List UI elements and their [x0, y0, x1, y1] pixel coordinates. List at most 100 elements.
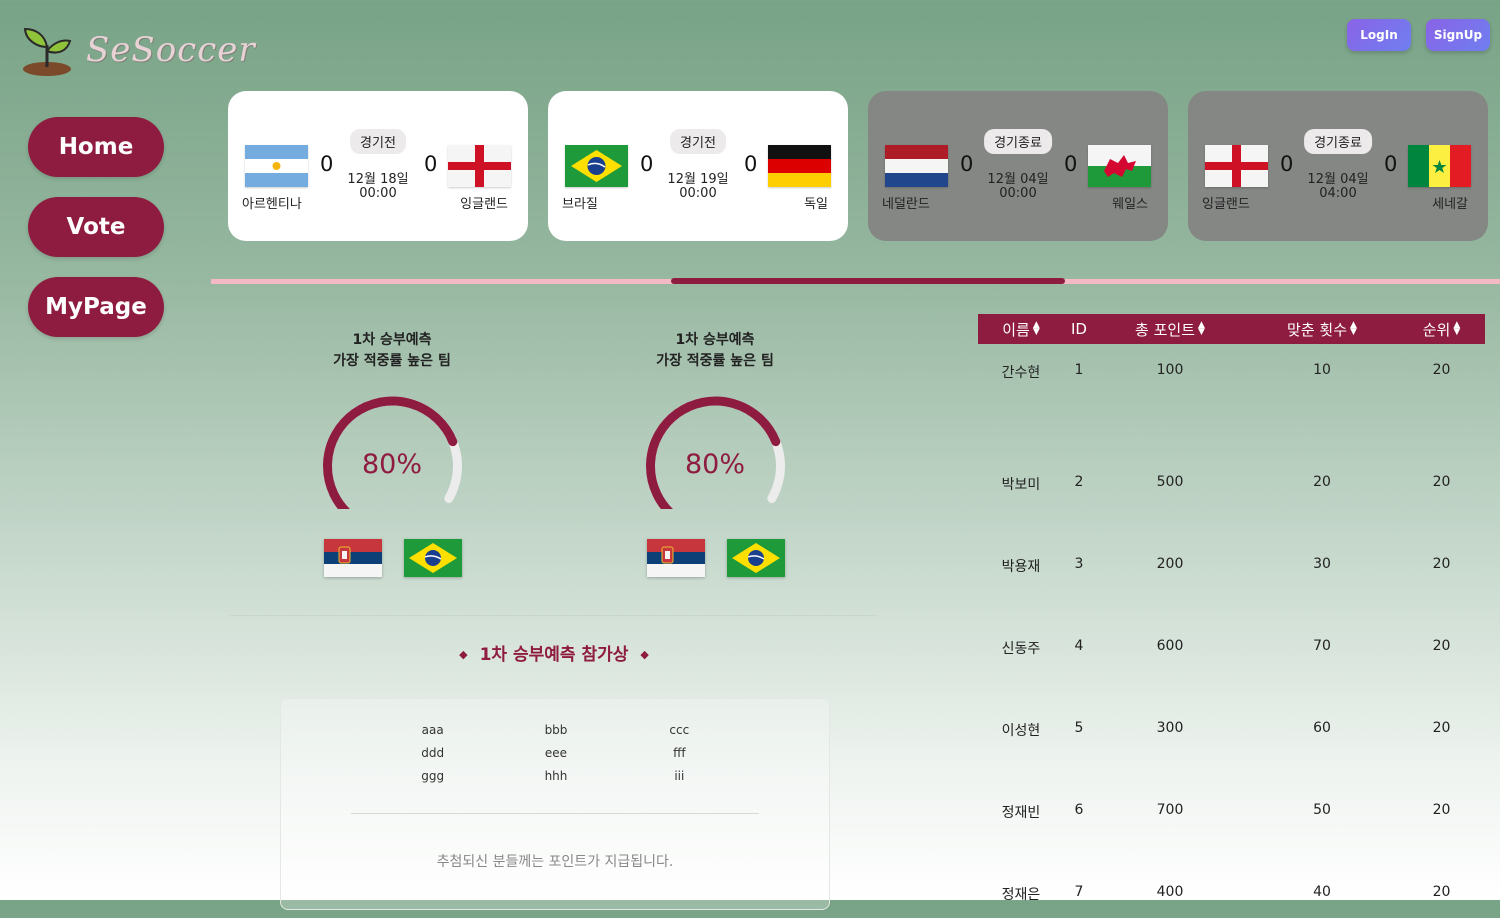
match-slider-thumb[interactable] [671, 278, 1065, 284]
cell-name: 박용재 [1001, 559, 1041, 575]
cell-rank: 20 [1432, 884, 1451, 900]
section-divider [230, 615, 878, 616]
sort-rank-header[interactable]: 순위 ▲ ▼ [1398, 319, 1485, 340]
match-datetime: 12월 19일 00:00 [667, 173, 728, 201]
match-card[interactable]: 경기전 0 12월 18일 00:00 0 아르헨티나 잉글랜드 [228, 91, 528, 241]
match-status-badge: 경기전 [670, 129, 726, 154]
sprout-icon [23, 27, 72, 76]
cell-id: 3 [1074, 556, 1084, 572]
match-status-badge: 경기전 [350, 129, 406, 154]
winner-name: ccc [669, 723, 690, 737]
match-status-badge: 경기종료 [1304, 129, 1372, 154]
winner-name: bbb [544, 723, 568, 737]
home-score: 0 [1280, 152, 1294, 176]
sort-hits-header[interactable]: 맞춘 횟수 ▲ ▼ [1246, 319, 1398, 340]
cell-hits: 40 [1313, 884, 1331, 900]
table-row: 정재은 7 400 40 20 [978, 836, 1485, 918]
away-team-name: 웨일스 [1112, 197, 1148, 212]
cell-hits: 10 [1313, 362, 1331, 378]
away-score: 0 [1064, 152, 1078, 176]
match-datetime: 12월 18일 00:00 [347, 173, 408, 201]
match-date: 12월 04일 [1307, 172, 1369, 187]
away-team-name: 세네갈 [1432, 197, 1468, 212]
prediction-card: 1차 승부예측 가장 적중률 높은 팀 80% [615, 330, 815, 590]
header-label: 맞춘 횟수 [1287, 320, 1348, 339]
match-card[interactable]: 경기종료 0 12월 04일 00:00 0 네덜란드 웨일스 [868, 91, 1168, 241]
header-label: 이름 [1002, 320, 1030, 339]
id-header: ID [1064, 320, 1094, 338]
argentina-flag-icon [245, 145, 308, 187]
home-team-name: 아르헨티나 [242, 197, 302, 212]
winner-name: hhh [544, 769, 568, 783]
nav-home-button[interactable]: Home [28, 117, 164, 177]
match-time: 00:00 [679, 186, 717, 201]
ranking-body: 간수현 1 100 10 20 박보미 2 500 20 20 박용재 3 20… [978, 344, 1485, 918]
winners-title: ◆ 1차 승부예측 참가상 ◆ [230, 640, 878, 665]
england-flag-icon [1205, 145, 1268, 187]
away-score: 0 [424, 152, 438, 176]
table-row: 정재빈 6 700 50 20 [978, 754, 1485, 836]
ranking-table: 이름 ▲ ▼ ID 총 포인트 ▲ ▼ 맞춘 횟수 ▲ ▼ 순위 ▲ ▼ 간수현 1 100 1… [978, 314, 1485, 918]
winner-name: ddd [421, 746, 445, 760]
england-flag-icon [448, 145, 511, 187]
home-team-name: 잉글랜드 [1202, 197, 1250, 212]
table-row: 신동주 4 600 70 20 [978, 590, 1485, 672]
cell-name: 정재빈 [1001, 805, 1041, 821]
winners-box: aaa bbb ccc ddd eee fff ggg hhh iii 추첨되신… [280, 698, 830, 910]
cell-rank: 20 [1432, 802, 1451, 818]
match-datetime: 12월 04일 00:00 [987, 173, 1048, 201]
winner-name: aaa [421, 723, 444, 737]
cell-id: 2 [1074, 474, 1084, 490]
nav-vote-button[interactable]: Vote [28, 197, 164, 257]
sort-name-header[interactable]: 이름 ▲ ▼ [978, 319, 1064, 340]
cell-rank: 20 [1432, 556, 1451, 572]
cell-id: 4 [1074, 638, 1084, 654]
sort-points-header[interactable]: 총 포인트 ▲ ▼ [1094, 319, 1246, 340]
accuracy-percent: 80% [684, 449, 745, 480]
cell-rank: 20 [1432, 362, 1451, 378]
login-button[interactable]: LogIn [1347, 19, 1411, 51]
diamond-icon: ◆ [640, 648, 649, 661]
cell-id: 6 [1074, 802, 1084, 818]
brazil-flag-icon [727, 539, 785, 577]
winners-note: 추첨되신 분들께는 포인트가 지급됩니다. [436, 854, 674, 870]
away-team-name: 독일 [804, 197, 828, 212]
home-team-name: 네덜란드 [882, 197, 930, 212]
accuracy-percent: 80% [361, 449, 422, 480]
winner-name: eee [544, 746, 568, 760]
cell-points: 600 [1156, 638, 1184, 654]
logo-text: SeSoccer [86, 30, 256, 70]
cell-points: 300 [1156, 720, 1184, 736]
sort-icon: ▲ ▼ [1198, 320, 1205, 337]
match-date: 12월 18일 [347, 172, 409, 187]
cell-rank: 20 [1432, 474, 1451, 490]
home-score: 0 [960, 152, 974, 176]
match-time: 00:00 [359, 186, 397, 201]
cell-hits: 60 [1313, 720, 1331, 736]
away-score: 0 [1384, 152, 1398, 176]
home-score: 0 [320, 152, 334, 176]
ranking-header: 이름 ▲ ▼ ID 총 포인트 ▲ ▼ 맞춘 횟수 ▲ ▼ 순위 ▲ ▼ [978, 314, 1485, 344]
logo[interactable]: SeSoccer [20, 22, 256, 78]
away-score: 0 [744, 152, 758, 176]
nav-mypage-button[interactable]: MyPage [28, 277, 164, 337]
netherlands-flag-icon [885, 145, 948, 187]
winners-divider [351, 813, 759, 814]
match-date: 12월 19일 [667, 172, 729, 187]
match-card[interactable]: 경기전 0 12월 19일 00:00 0 브라질 독일 [548, 91, 848, 241]
header-label: 순위 [1422, 320, 1451, 339]
cell-name: 신동주 [1001, 641, 1041, 657]
match-card[interactable]: 경기종료 0 12월 04일 04:00 0 잉글랜드 세네갈 [1188, 91, 1488, 241]
cell-hits: 20 [1313, 474, 1331, 490]
cell-id: 5 [1074, 720, 1084, 736]
cell-rank: 20 [1432, 720, 1451, 736]
winners-title-text: 1차 승부예측 참가상 [479, 645, 629, 665]
away-team-name: 잉글랜드 [460, 197, 508, 212]
winner-name: ggg [421, 769, 445, 783]
match-status-badge: 경기종료 [984, 129, 1052, 154]
cell-rank: 20 [1432, 638, 1451, 654]
match-time: 04:00 [1319, 186, 1357, 201]
prediction-subtitle: 가장 적중률 높은 팀 [333, 353, 451, 369]
table-row: 간수현 1 100 10 20 [978, 344, 1485, 426]
signup-button[interactable]: SignUp [1426, 19, 1490, 51]
